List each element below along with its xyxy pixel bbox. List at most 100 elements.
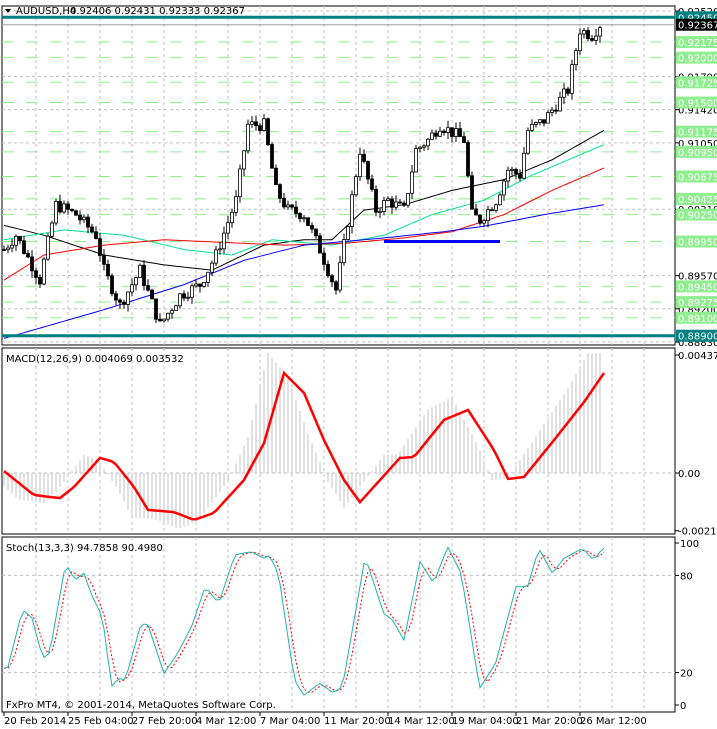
candle-body (22, 240, 26, 254)
candle (306, 217, 310, 226)
candle-body (322, 252, 326, 265)
candle-body (210, 262, 214, 273)
candle-body (314, 228, 318, 237)
candle-body (454, 128, 458, 137)
candle-body (2, 249, 6, 252)
candle-body (174, 305, 178, 311)
candle-body (562, 88, 566, 98)
level-label: 0.90425 (678, 195, 717, 206)
candle (154, 298, 158, 324)
candle (42, 257, 46, 286)
candle-body (338, 262, 342, 291)
candle-body (162, 318, 166, 322)
ohlc-label: 0.92406 0.92431 0.92333 0.92367 (70, 6, 245, 17)
teal-level-label: 0.88900 (678, 332, 717, 343)
candle-body (542, 119, 546, 124)
candle (174, 304, 178, 311)
candle-body (182, 293, 186, 299)
candle-body (30, 256, 34, 272)
candle-body (574, 50, 578, 66)
candle-body (350, 194, 354, 227)
candle-body (398, 201, 402, 204)
candle-body (46, 235, 50, 260)
candle-body (598, 27, 602, 37)
candle-body (82, 216, 86, 221)
candle-body (494, 204, 498, 211)
candle-body (534, 122, 538, 125)
candle-body (294, 206, 298, 214)
candle (270, 142, 274, 169)
candle-body (446, 127, 450, 133)
candle-body (482, 220, 486, 224)
candle (470, 171, 474, 211)
candle-body (358, 153, 362, 178)
candle-body (510, 169, 514, 171)
candle-body (50, 222, 54, 237)
candle-body (470, 175, 474, 210)
chart-window[interactable]: 0.925200.917900.914200.910500.903100.895… (0, 0, 717, 729)
candle-body (302, 217, 306, 220)
candle-body (142, 264, 146, 286)
candle-body (178, 293, 182, 307)
candle-body (206, 271, 210, 283)
candle (570, 59, 574, 100)
candle-body (566, 88, 570, 94)
candle (46, 233, 50, 261)
candle-body (90, 226, 94, 233)
candle-body (402, 202, 406, 206)
candle-body (406, 192, 410, 206)
candle-body (490, 209, 494, 212)
candle-body (374, 188, 378, 213)
time-axis-label: 21 Mar 20:00 (516, 716, 583, 727)
candle-body (94, 231, 98, 239)
level-label: 0.89275 (678, 298, 717, 309)
candle-body (442, 130, 446, 133)
candle-body (62, 203, 66, 213)
candle-body (450, 127, 454, 137)
macd-pane[interactable] (1, 347, 676, 535)
candle-body (14, 235, 18, 246)
candle (546, 110, 550, 124)
candle-body (394, 201, 398, 208)
candle-body (570, 64, 574, 94)
copyright-label: FxPro MT4, © 2001-2014, MetaQuotes Softw… (6, 700, 276, 711)
macd-label: MACD(12,26,9) 0.004069 0.003532 (6, 354, 184, 365)
candle-body (102, 255, 106, 265)
candle-body (370, 178, 374, 190)
candle-body (298, 213, 302, 220)
candle (54, 198, 58, 226)
time-axis-label: 27 Feb 20:00 (132, 716, 198, 727)
level-label: 0.91725 (678, 78, 717, 89)
candle-body (114, 293, 118, 301)
current-price-label: 0.92367 (678, 21, 717, 32)
candle-body (110, 275, 114, 295)
candle (526, 127, 530, 155)
candle (238, 164, 242, 203)
level-label: 0.92175 (678, 38, 717, 49)
candle (318, 233, 322, 254)
candle-body (290, 204, 294, 208)
candle-body (382, 200, 386, 212)
main-price-pane[interactable] (1, 5, 676, 346)
candle-body (506, 169, 510, 182)
level-label: 0.91175 (678, 128, 717, 139)
candle-body (310, 225, 314, 230)
candle-body (426, 138, 430, 147)
macd-axis-label: -0.002142 (678, 527, 717, 538)
stoch-axis-label: 80 (680, 571, 693, 582)
candle-body (226, 222, 230, 234)
candle (354, 174, 358, 198)
chart-symbol-label: AUDUSD,H4 (16, 6, 76, 17)
candle-body (282, 197, 286, 208)
candle-body (218, 248, 222, 251)
macd-axis-label: 0.004378 (678, 351, 717, 362)
candle-body (74, 210, 78, 216)
candle-body (326, 263, 330, 277)
candle-body (18, 235, 22, 242)
candle-body (242, 150, 246, 170)
candle-body (414, 148, 418, 173)
candle-body (342, 239, 346, 264)
candle-body (54, 200, 58, 224)
level-label: 0.89450 (678, 282, 717, 293)
candle-body (42, 258, 46, 285)
